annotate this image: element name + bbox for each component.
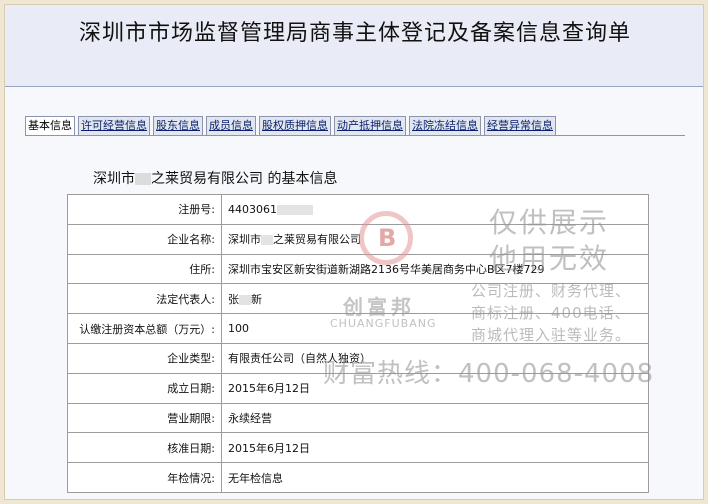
row-label: 年检情况: <box>67 462 222 493</box>
watermark-logo-letter: B <box>378 224 397 252</box>
tab-abnormal-operation-info[interactable]: 经营异常信息 <box>484 116 556 136</box>
tab-shareholder-info[interactable]: 股东信息 <box>153 116 203 136</box>
company-heading: 深圳市 之莱贸易有限公司 的基本信息 <box>93 168 337 188</box>
watermark-line2: 他用无效 <box>489 242 610 275</box>
row-label: 注册号: <box>67 194 222 225</box>
annual-inspection-value: 无年检信息 <box>221 462 649 493</box>
page-title: 深圳市市场监督管理局商事主体登记及备案信息查询单 <box>78 21 631 46</box>
row-label: 法定代表人: <box>67 283 222 315</box>
company-heading-suffix: 之莱贸易有限公司 的基本信息 <box>151 171 338 187</box>
row-label: 营业期限: <box>67 402 222 434</box>
document-frame: 深圳市市场监督管理局商事主体登记及备案信息查询单 基本信息 许可经营信息 股东信… <box>4 4 704 500</box>
tab-court-freeze-info[interactable]: 法院冻结信息 <box>409 116 481 136</box>
legal-rep-suffix: 新 <box>251 292 262 306</box>
redaction-block <box>261 235 273 246</box>
tab-bar: 基本信息 许可经营信息 股东信息 成员信息 股权质押信息 动产抵押信息 法院冻结… <box>25 116 556 136</box>
watermark-service-1: 公司注册、财务代理、 <box>471 282 632 300</box>
tab-chattel-mortgage-info[interactable]: 动产抵押信息 <box>334 116 406 136</box>
company-heading-prefix: 深圳市 <box>93 171 135 187</box>
tab-member-info[interactable]: 成员信息 <box>206 116 256 136</box>
watermark-logo: B <box>359 211 413 265</box>
tab-divider <box>25 135 685 136</box>
redaction-block <box>135 173 151 185</box>
watermark-service-3: 商城代理入驻等业务。 <box>471 326 632 344</box>
tab-equity-pledge-info[interactable]: 股权质押信息 <box>259 116 331 136</box>
row-label: 企业类型: <box>67 342 222 374</box>
table-row: 营业期限: 永续经营 <box>67 402 649 434</box>
row-label: 企业名称: <box>67 223 222 255</box>
header-bar: 深圳市市场监督管理局商事主体登记及备案信息查询单 <box>5 5 703 87</box>
watermark-line1: 仅供展示 <box>489 206 610 239</box>
row-label: 核准日期: <box>67 432 222 464</box>
table-row: 核准日期: 2015年6月12日 <box>67 432 649 464</box>
row-label: 住所: <box>67 253 222 285</box>
watermark-service-2: 商标注册、400电话、 <box>471 304 631 322</box>
row-label: 认缴注册资本总额（万元）: <box>67 313 222 344</box>
tab-basic-info[interactable]: 基本信息 <box>25 116 75 136</box>
tab-license-info[interactable]: 许可经营信息 <box>78 116 150 136</box>
legal-rep-prefix: 张 <box>228 292 239 306</box>
row-label: 成立日期: <box>67 372 222 404</box>
redaction-block <box>239 294 251 305</box>
watermark-brand-en: CHUANGFUBANG <box>330 317 437 330</box>
table-row: 年检情况: 无年检信息 <box>67 462 649 493</box>
company-name-prefix: 深圳市 <box>228 233 261 247</box>
watermark-hotline: 财富热线：400-068-4008 <box>323 359 655 389</box>
company-name-suffix: 之莱贸易有限公司 <box>273 233 361 247</box>
registration-number: 4403061 <box>228 202 277 216</box>
business-term-value: 永续经营 <box>221 402 649 434</box>
redaction-block <box>277 204 313 215</box>
watermark-brand: 创富邦 <box>343 295 415 319</box>
approval-date-value: 2015年6月12日 <box>221 432 649 464</box>
